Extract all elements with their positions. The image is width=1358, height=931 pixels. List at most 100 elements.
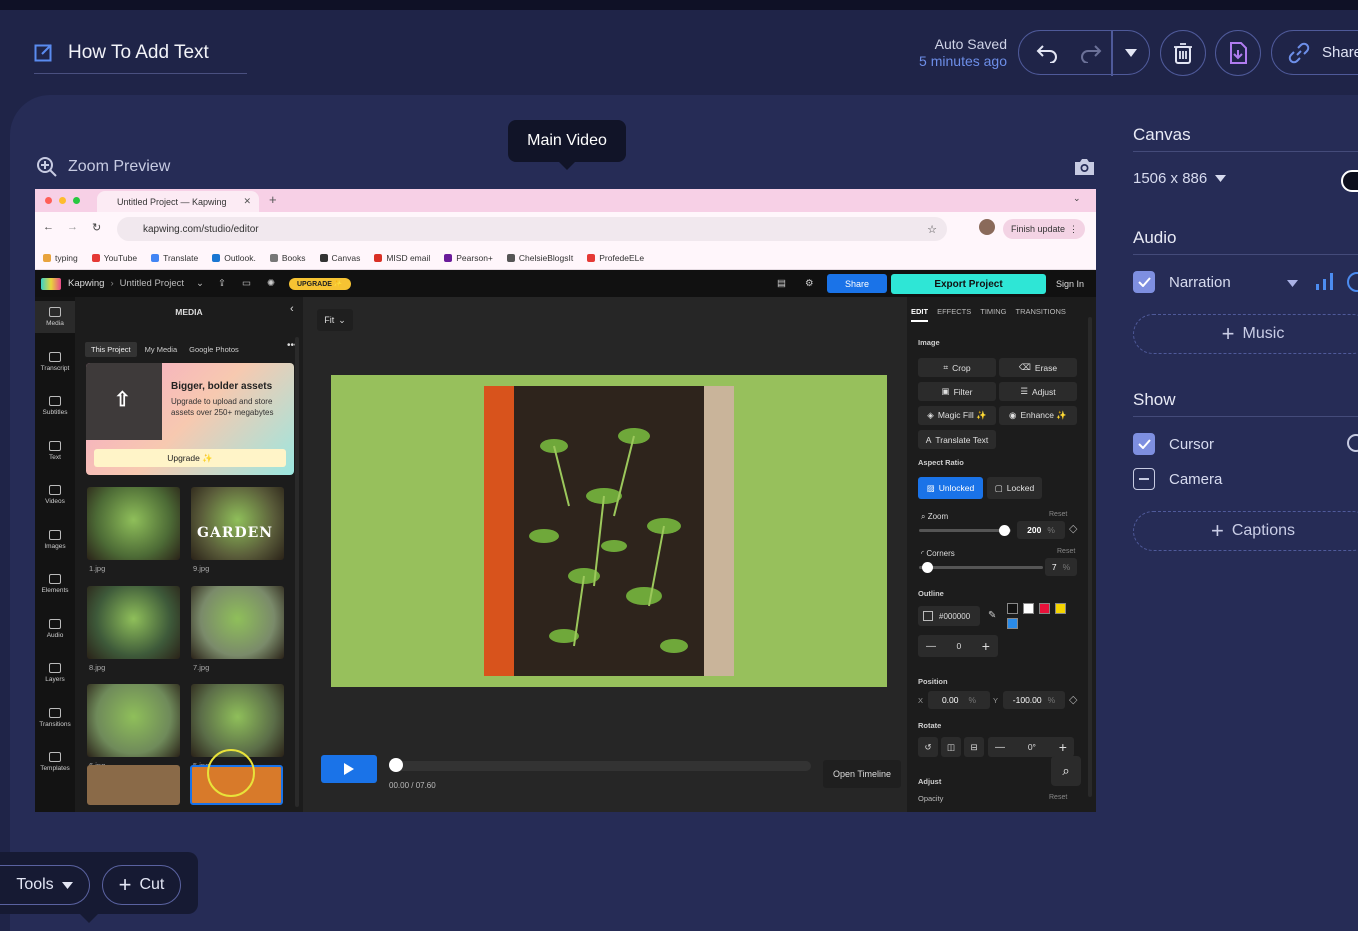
camera-icon[interactable] [1073, 157, 1096, 177]
play-icon [344, 763, 354, 775]
download-button[interactable] [1215, 30, 1261, 76]
scrubber-track [389, 761, 811, 771]
canvas-size-value: 1506 x 886 [1133, 170, 1208, 187]
share-button[interactable]: Share [1271, 30, 1358, 75]
corners-slider-handle [922, 562, 934, 573]
edit-icon[interactable] [34, 42, 54, 62]
color-swatch [1055, 603, 1066, 614]
position-keyframe-icon: ◇ [1069, 694, 1078, 706]
divider [1111, 31, 1113, 76]
cursor-settings-icon[interactable] [1347, 434, 1358, 452]
left-nav-videos: Videos [35, 485, 75, 505]
filter-icon: ▣ [941, 386, 950, 396]
pos-x-label: X [918, 696, 924, 705]
media-tab-google-photos: Google Photos [189, 345, 239, 354]
pos-y-value: -100.00 [1012, 695, 1042, 705]
narration-checkbox[interactable] [1133, 271, 1155, 293]
play-button [321, 755, 377, 783]
narration-item[interactable]: Narration [1133, 271, 1231, 293]
audio-icon [49, 618, 61, 629]
bookmark-item: Translate [151, 253, 198, 263]
keyframe-diamond-icon: ◇ [1069, 523, 1078, 535]
bookmarks-bar: typing YouTube Translate Outlook. Books Canva… [35, 246, 1096, 270]
search-icon: ⌕ [1062, 763, 1070, 778]
bookmark-favicon-icon [43, 253, 51, 262]
tab-transitions: TRANSITIONS [1015, 307, 1066, 316]
cursor-label: Cursor [1169, 435, 1215, 453]
left-nav-transcript: Transcript [35, 351, 75, 372]
flip-horizontal-icon: ◫ [946, 741, 956, 752]
opacity-label: Opacity [918, 794, 944, 803]
opacity-reset: Reset [1049, 794, 1068, 801]
minus-icon: — [926, 640, 936, 652]
bookmark-favicon-icon [319, 253, 328, 262]
corners-unit: % [1062, 562, 1071, 572]
orange-fabric [484, 386, 514, 676]
rotate-icon: ↺ [924, 741, 932, 752]
subtitle-icon: ▭ [241, 278, 251, 289]
flip-vertical-button: ⊟ [964, 737, 984, 757]
corners-label: ◜ Corners [921, 549, 955, 558]
videos-icon [49, 485, 61, 495]
corners-label-text: Corners [926, 549, 955, 558]
rotate-ccw-button: ↺ [918, 737, 938, 757]
caret-down-icon [1215, 175, 1227, 182]
camera-checkbox[interactable] [1133, 468, 1155, 490]
pos-x-value: 0.00 [941, 695, 959, 705]
media-tab-this-project: This Project [85, 342, 137, 357]
bookmark-favicon-icon [587, 253, 596, 262]
bookmark-label: YouTube [103, 252, 138, 263]
plus-icon: + [1210, 518, 1224, 543]
images-icon [49, 529, 61, 540]
camera-item[interactable]: Camera [1133, 468, 1222, 490]
erase-label: Erase [1034, 362, 1058, 373]
chevron-down-icon[interactable] [1125, 49, 1137, 57]
scrubber-handle [389, 758, 403, 772]
narration-dropdown-icon[interactable] [1287, 280, 1298, 287]
forward-icon: → [67, 221, 78, 233]
delete-button[interactable] [1160, 30, 1206, 76]
video-preview[interactable]: Untitled Project — Kapwing ✕ + ⌄ ← → ↻ k… [35, 189, 1096, 812]
canvas-section-title: Canvas [1133, 125, 1191, 144]
bookmark-favicon-icon [269, 253, 278, 262]
media-tab-my-media: My Media [144, 345, 178, 354]
locked-button: ▢ Locked [987, 477, 1042, 499]
canvas-background-toggle[interactable] [1341, 170, 1358, 192]
unlocked-button: ▨ Unlocked [918, 477, 983, 499]
canvas-size-dropdown[interactable]: 1506 x 886 [1133, 170, 1227, 187]
pos-y-unit: % [1047, 695, 1056, 705]
left-nav-label: Transitions [39, 720, 71, 728]
add-captions-button[interactable]: + Captions [1133, 511, 1358, 551]
upload-arrow-icon: ⇧ [114, 389, 131, 411]
redo-icon[interactable] [1079, 43, 1103, 63]
position-label: Position [918, 677, 948, 686]
bookmark-label: Outlook. [224, 252, 256, 263]
left-nav-templates: Templates [35, 752, 75, 772]
left-nav-subtitles: Subtitles [35, 396, 75, 416]
back-icon: ← [43, 221, 54, 233]
corners-slider [919, 566, 1043, 569]
media-scrollbar [295, 337, 299, 807]
undo-icon[interactable] [1035, 43, 1059, 63]
cut-button[interactable]: + Cut [102, 865, 181, 905]
zoom-preview-button[interactable]: Zoom Preview [36, 156, 170, 178]
autosave-status: Auto Saved 5 minutes ago [880, 36, 1007, 70]
cursor-checkbox[interactable] [1133, 433, 1155, 455]
zoom-unit: % [1047, 525, 1055, 535]
text-icon [49, 440, 61, 451]
project-title[interactable]: How To Add Text [68, 42, 209, 64]
bookmark-item: Outlook. [212, 253, 256, 263]
cursor-item[interactable]: Cursor [1133, 433, 1214, 455]
promo-upgrade-button: Upgrade ✨ [94, 449, 286, 467]
unlocked-label: Unlocked [938, 483, 975, 493]
unlock-icon: ▨ [926, 482, 935, 493]
erase-button: ⌫ Erase [999, 358, 1077, 377]
outline-color-field: #000000 [918, 606, 980, 626]
promo-title: Bigger, bolder assets [171, 381, 273, 392]
add-music-button[interactable]: + Music [1133, 314, 1358, 354]
zoom-label: ⌕ Zoom [921, 512, 949, 521]
tab-timing: TIMING [980, 307, 1007, 316]
tools-button[interactable]: Tools [0, 865, 90, 905]
pos-y-field: -100.00% [1003, 691, 1065, 709]
show-section-title: Show [1133, 390, 1176, 409]
